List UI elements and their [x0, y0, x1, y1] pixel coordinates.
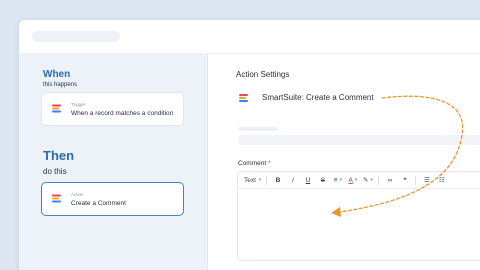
editor-toolbar: Text ▾ B I U S ≡ ▾ A ▾ ✎ ▾ ∞ ❝ ☰ ☷ [238, 172, 480, 189]
action-card-kicker: Action [71, 192, 84, 197]
toolbar-divider [415, 175, 417, 185]
top-bar-placeholder [32, 31, 120, 42]
action-settings-title: Action Settings [236, 70, 290, 79]
highlight-icon: ✎ [362, 177, 369, 184]
text-style-label: Text [244, 176, 256, 184]
chevron-down-icon: ▾ [339, 177, 343, 183]
field-input-placeholder [238, 135, 480, 145]
then-title: Then [43, 148, 75, 163]
font-color-dropdown[interactable]: A ▾ [347, 174, 358, 186]
smartsuite-logo-icon [52, 104, 61, 114]
chevron-down-icon: ▾ [354, 177, 358, 183]
bullet-list-icon[interactable]: ☷ [436, 174, 447, 186]
comment-editor[interactable]: Text ▾ B I U S ≡ ▾ A ▾ ✎ ▾ ∞ ❝ ☰ ☷ [237, 171, 480, 261]
smartsuite-logo-icon [52, 194, 61, 204]
align-dropdown[interactable]: ≡ ▾ [332, 174, 343, 186]
link-icon[interactable]: ∞ [384, 174, 395, 186]
text-style-dropdown[interactable]: Text ▾ [244, 174, 261, 186]
quote-icon[interactable]: ❝ [399, 174, 410, 186]
when-subtitle: this happens [43, 82, 78, 88]
chevron-down-icon: ▾ [258, 177, 262, 183]
smartsuite-logo-icon [239, 94, 248, 104]
field-label-placeholder [238, 127, 278, 131]
automation-steps-panel: When this happens Trigger When a record … [19, 54, 208, 270]
then-subtitle: do this [43, 167, 67, 176]
bold-icon[interactable]: B [272, 174, 283, 186]
trigger-card-kicker: Trigger [71, 102, 86, 107]
required-mark: * [268, 160, 271, 167]
action-card[interactable]: Action Create a Comment [41, 182, 184, 216]
checklist-icon[interactable]: ☰ [421, 174, 432, 186]
comment-field-label: Comment * [238, 160, 271, 167]
app-action-label[interactable]: SmartSuite: Create a Comment [262, 93, 374, 102]
font-color-icon: A [348, 176, 353, 184]
align-icon: ≡ [333, 176, 338, 184]
toolbar-divider [266, 175, 268, 185]
action-card-text: Create a Comment [71, 200, 126, 207]
top-bar [19, 20, 480, 54]
underline-icon[interactable]: U [302, 174, 313, 186]
italic-icon[interactable]: I [287, 174, 298, 186]
chevron-down-icon: ▾ [370, 177, 373, 183]
action-settings-panel: Action Settings SmartSuite: Create a Com… [209, 54, 480, 270]
strikethrough-icon[interactable]: S [317, 174, 328, 186]
comment-label-text: Comment [238, 160, 267, 167]
toolbar-divider [378, 175, 380, 185]
app-window: When this happens Trigger When a record … [19, 20, 480, 270]
when-title: When [43, 69, 71, 80]
highlight-dropdown[interactable]: ✎ ▾ [362, 174, 373, 186]
trigger-card-text: When a record matches a condition [71, 110, 174, 117]
trigger-card[interactable]: Trigger When a record matches a conditio… [41, 92, 184, 126]
